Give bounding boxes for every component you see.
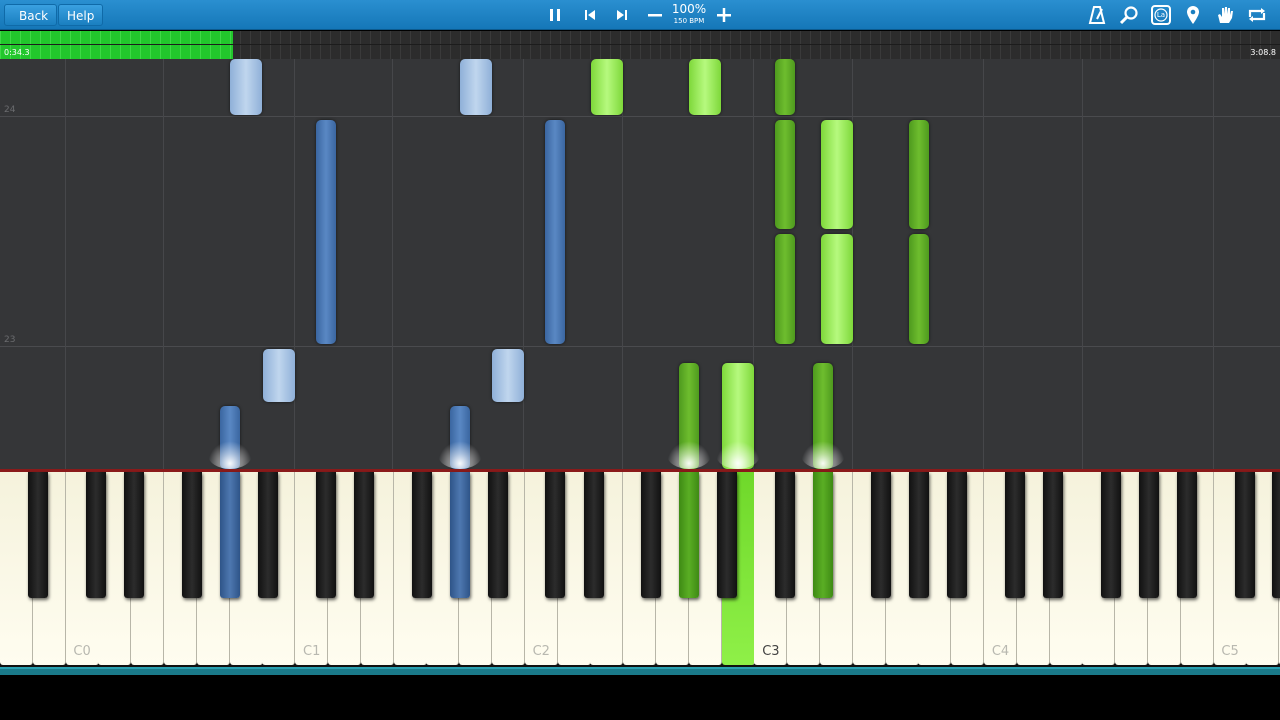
grid-line [65, 59, 66, 469]
black-key[interactable] [679, 472, 699, 598]
measure-line [0, 116, 1280, 117]
learn-badge: La [1156, 11, 1166, 19]
learn-icon[interactable]: La [1149, 3, 1173, 27]
black-key[interactable] [947, 472, 967, 598]
grid-line [622, 59, 623, 469]
grid-line [392, 59, 393, 469]
search-icon[interactable] [1117, 3, 1141, 27]
black-key[interactable] [354, 472, 374, 598]
note-hit-spark [667, 441, 711, 469]
grid-line [163, 59, 164, 469]
tempo-bpm: 150 BPM [673, 17, 705, 25]
octave-label: C1 [303, 644, 321, 659]
black-key[interactable] [1005, 472, 1025, 598]
falling-note [909, 120, 929, 229]
help-button[interactable]: Help [58, 4, 104, 26]
black-key[interactable] [316, 472, 336, 598]
black-key[interactable] [124, 472, 144, 598]
black-key[interactable] [909, 472, 929, 598]
black-key[interactable] [1101, 472, 1121, 598]
black-key[interactable] [1139, 472, 1159, 598]
note-hit-spark [208, 441, 252, 469]
pin-icon[interactable] [1181, 3, 1205, 27]
black-key[interactable] [813, 472, 833, 598]
black-key[interactable] [258, 472, 278, 598]
minus-icon[interactable] [643, 3, 667, 27]
timeline-progress [0, 31, 233, 59]
black-key[interactable] [871, 472, 891, 598]
total-time: 3:08.8 [1250, 48, 1276, 57]
hand-icon[interactable] [1213, 3, 1237, 27]
measure-number: 23 [4, 335, 16, 345]
grid-line [1082, 59, 1083, 469]
falling-note [775, 120, 795, 229]
back-button[interactable]: Back [4, 4, 58, 26]
measure-line [0, 346, 1280, 347]
black-key[interactable] [488, 472, 508, 598]
grid-line [294, 59, 295, 469]
skip-forward-icon[interactable] [610, 3, 634, 27]
grid-line [983, 59, 984, 469]
black-key[interactable] [1177, 472, 1197, 598]
note-hit-spark [801, 441, 845, 469]
octave-label: C3 [762, 644, 780, 659]
metronome-icon[interactable] [1085, 3, 1109, 27]
black-key[interactable] [1043, 472, 1063, 598]
falling-note [591, 59, 623, 115]
current-time: 0:34.3 [4, 48, 30, 57]
falling-note [545, 120, 565, 344]
bottom-bar [0, 667, 1280, 675]
falling-note [775, 59, 795, 115]
black-key[interactable] [412, 472, 432, 598]
black-key[interactable] [641, 472, 661, 598]
note-hit-spark [438, 441, 482, 469]
octave-label: C5 [1221, 644, 1239, 659]
grid-line [523, 59, 524, 469]
plus-icon[interactable] [712, 3, 736, 27]
skip-back-icon[interactable] [578, 3, 602, 27]
song-timeline[interactable]: 0:34.3 3:08.8 [0, 31, 1280, 59]
falling-note [821, 120, 853, 229]
loop-icon[interactable] [1245, 3, 1269, 27]
pause-icon[interactable] [543, 3, 567, 27]
note-roll: 24 23 [0, 59, 1280, 469]
falling-note [821, 234, 853, 344]
falling-note [909, 234, 929, 344]
falling-note [230, 59, 262, 115]
falling-note [492, 349, 524, 402]
black-key[interactable] [775, 472, 795, 598]
falling-note [316, 120, 336, 344]
measure-number: 24 [4, 105, 16, 115]
octave-label: C0 [73, 644, 91, 659]
speed-display: 100% 150 BPM [668, 2, 710, 26]
octave-label: C4 [991, 644, 1010, 659]
synthesia-app: Back Help 100% 150 BPM La 0:34.3 3:08.8 … [0, 0, 1280, 720]
falling-note [689, 59, 721, 115]
black-key[interactable] [717, 472, 737, 598]
black-key[interactable] [182, 472, 202, 598]
black-key[interactable] [1272, 472, 1280, 598]
piano-keyboard[interactable]: C0 C1 C2 C3 C4 C5 [0, 469, 1280, 667]
grid-line [1213, 59, 1214, 469]
toolbar: Back Help 100% 150 BPM La [0, 0, 1280, 30]
black-key[interactable] [220, 472, 240, 598]
black-key[interactable] [28, 472, 48, 598]
speed-percent: 100% [671, 2, 707, 16]
timeline-divider [0, 44, 1280, 45]
note-hit-spark [716, 441, 760, 469]
black-key[interactable] [545, 472, 565, 598]
black-key[interactable] [450, 472, 470, 598]
octave-label: C2 [532, 644, 550, 659]
falling-note [460, 59, 492, 115]
falling-note [775, 234, 795, 344]
black-key[interactable] [86, 472, 106, 598]
black-key[interactable] [1235, 472, 1255, 598]
black-key[interactable] [584, 472, 604, 598]
falling-note [263, 349, 295, 402]
